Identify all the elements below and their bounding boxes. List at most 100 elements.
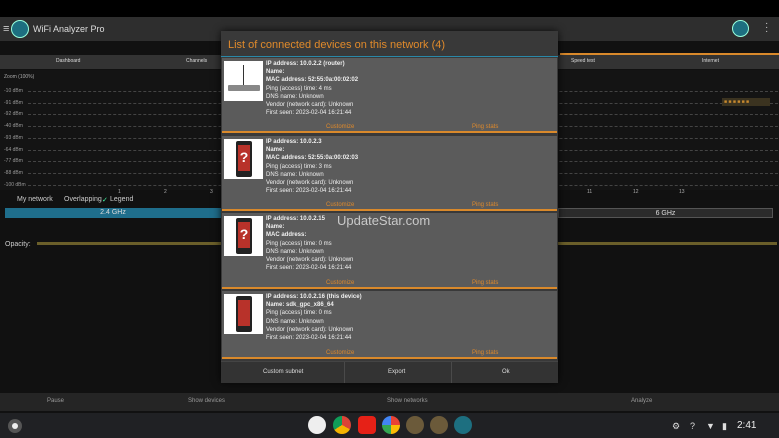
x-tick: 3	[210, 189, 213, 195]
device-ping: Ping (access) time: 0 ms	[266, 310, 332, 317]
more-options-icon[interactable]: · · ·	[765, 19, 771, 37]
photos-icon[interactable]	[382, 416, 400, 434]
app-shortcut-icon[interactable]	[406, 416, 424, 434]
wifi-analyzer-icon[interactable]	[454, 416, 472, 434]
tab-channels[interactable]: Channels	[186, 58, 207, 64]
active-tab-indicator	[560, 53, 779, 55]
show-networks-button[interactable]: Show networks	[387, 398, 428, 404]
chrome-icon[interactable]	[333, 416, 351, 434]
pause-button[interactable]: Pause	[47, 398, 64, 404]
tab-speed-test[interactable]: Speed test	[571, 58, 595, 64]
app-shortcut-icon[interactable]	[430, 416, 448, 434]
device-name: Name:	[266, 69, 285, 76]
customize-button[interactable]: Customize	[326, 280, 354, 286]
tab-internet[interactable]: Internet	[702, 58, 719, 64]
device-card: IP address: 10.0.2.16 (this device) Name…	[222, 291, 557, 359]
ok-button[interactable]: Ok	[502, 369, 510, 375]
my-network-toggle[interactable]: My network	[17, 196, 53, 203]
phone-image	[224, 294, 263, 334]
device-ping: Ping (access) time: 0 ms	[266, 240, 332, 247]
dialog-button-bar: Custom subnet Export Ok	[221, 361, 558, 383]
device-card: ? IP address: 10.0.2.3 Name: MAC address…	[222, 136, 557, 211]
device-mac: MAC address:	[266, 232, 307, 239]
dialog-title-divider	[221, 56, 558, 57]
card-divider	[222, 131, 557, 133]
watermark: UpdateStar.com	[337, 213, 431, 228]
customize-button[interactable]: Customize	[326, 202, 354, 208]
router-image	[224, 61, 263, 101]
export-button[interactable]: Export	[388, 369, 405, 375]
youtube-icon[interactable]	[358, 416, 376, 434]
device-first-seen: First seen: 2023-02-04 16:21:44	[266, 110, 352, 117]
overlapping-toggle[interactable]: Overlapping	[64, 196, 102, 203]
device-mac: MAC address: 52:55:0a:00:02:02	[266, 77, 359, 84]
device-card: IP address: 10.0.2.2 (router) Name: MAC …	[222, 58, 557, 133]
device-name: Name: sdk_gpc_x86_64	[266, 302, 334, 309]
y-tick: -88 dBm	[4, 170, 23, 176]
device-name: Name:	[266, 147, 285, 154]
y-tick: -10 dBm	[4, 88, 23, 94]
ping-stats-button[interactable]: Ping stats	[472, 350, 498, 356]
device-dns: DNS name: Unknown	[266, 318, 324, 325]
battery-icon[interactable]: ▮	[722, 421, 727, 432]
y-tick: -100 dBm	[4, 182, 26, 188]
y-tick: -93 dBm	[4, 135, 23, 141]
ping-stats-button[interactable]: Ping stats	[472, 202, 498, 208]
y-tick: -77 dBm	[4, 158, 23, 164]
x-tick: 2	[164, 189, 167, 195]
custom-subnet-button[interactable]: Custom subnet	[263, 369, 303, 375]
tab-dashboard[interactable]: Dashboard	[56, 58, 80, 64]
show-devices-button[interactable]: Show devices	[188, 398, 225, 404]
device-vendor: Vendor (network card): Unknown	[266, 180, 354, 187]
customize-button[interactable]: Customize	[326, 350, 354, 356]
device-vendor: Vendor (network card): Unknown	[266, 257, 354, 264]
legend-toggle[interactable]: Legend	[110, 196, 133, 203]
analyze-button[interactable]: Analyze	[631, 398, 652, 404]
device-first-seen: First seen: 2023-02-04 16:21:44	[266, 335, 352, 342]
x-tick: 12	[633, 189, 639, 195]
device-ping: Ping (access) time: 3 ms	[266, 163, 332, 170]
device-vendor: Vendor (network card): Unknown	[266, 326, 354, 333]
card-divider	[222, 287, 557, 289]
opacity-label: Opacity:	[5, 241, 31, 248]
device-ping: Ping (access) time: 4 ms	[266, 85, 332, 92]
x-tick: 1	[118, 189, 121, 195]
x-tick: 13	[679, 189, 685, 195]
dialog-title: List of connected devices on this networ…	[228, 39, 446, 51]
y-tick: -64 dBm	[4, 147, 23, 153]
ping-stats-button[interactable]: Ping stats	[472, 280, 498, 286]
wifi-status-icon[interactable]	[732, 20, 749, 37]
y-tick: -40 dBm	[4, 123, 23, 129]
x-tick: 11	[587, 189, 593, 195]
customize-button[interactable]: Customize	[326, 124, 354, 130]
device-dns: DNS name: Unknown	[266, 93, 324, 100]
status-bar	[0, 0, 779, 17]
device-first-seen: First seen: 2023-02-04 16:21:44	[266, 265, 352, 272]
chart-legend-badge: ■ ■ ■ ■ ■ ■	[722, 98, 770, 106]
settings-gear-icon[interactable]: ⚙	[672, 421, 680, 432]
app-title: WiFi Analyzer Pro	[33, 24, 105, 34]
wifi-icon[interactable]: ▼	[706, 421, 715, 431]
device-ip: IP address: 10.0.2.2 (router)	[266, 61, 345, 67]
device-first-seen: First seen: 2023-02-04 16:21:44	[266, 188, 352, 195]
card-divider	[222, 357, 557, 359]
menu-icon[interactable]: ≡	[3, 22, 11, 36]
ping-stats-button[interactable]: Ping stats	[472, 124, 498, 130]
device-ip: IP address: 10.0.2.16 (this device)	[266, 294, 362, 300]
help-icon[interactable]: ?	[690, 421, 695, 431]
y-tick: -92 dBm	[4, 111, 23, 117]
connected-devices-dialog: List of connected devices on this networ…	[221, 31, 558, 383]
app-logo-icon	[11, 20, 29, 38]
zoom-label: Zoom (100%)	[4, 74, 35, 80]
clock[interactable]: 2:41	[737, 420, 756, 431]
launcher-icon[interactable]	[8, 419, 22, 433]
gmail-icon[interactable]	[308, 416, 326, 434]
button-divider	[344, 362, 345, 383]
device-vendor: Vendor (network card): Unknown	[266, 102, 354, 109]
band-24ghz-button[interactable]: 2.4 GHz	[5, 208, 221, 218]
card-divider	[222, 209, 557, 211]
button-divider	[451, 362, 452, 383]
phone-image: ?	[224, 139, 263, 179]
y-tick: -91 dBm	[4, 100, 23, 106]
band-6ghz-button[interactable]: 6 GHz	[558, 208, 773, 218]
